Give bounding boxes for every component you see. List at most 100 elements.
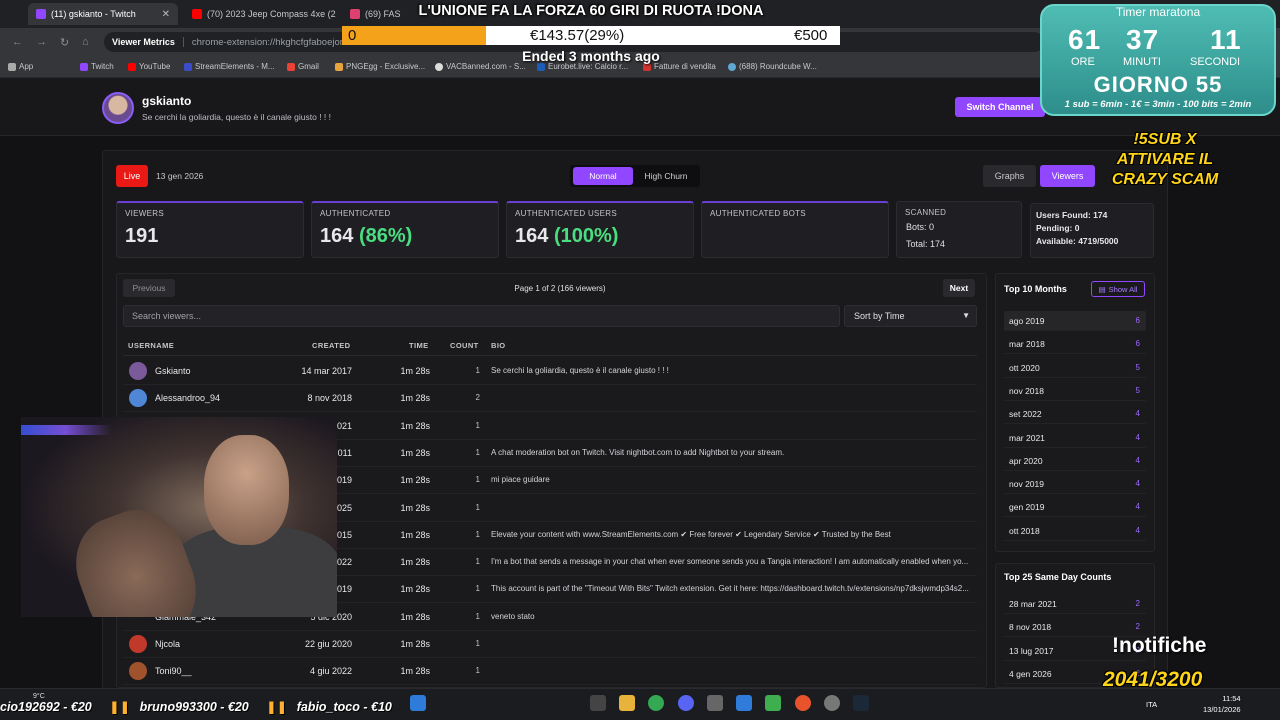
home-icon[interactable]: ⌂ (82, 36, 89, 48)
day-item[interactable]: 28 mar 2021 2 (1004, 594, 1146, 614)
month-label: set 2022 (1009, 409, 1042, 420)
month-item[interactable]: ott 2018 4 (1004, 521, 1146, 541)
windows-start-icon[interactable] (410, 695, 426, 711)
sort-select[interactable]: Sort by Time ▼ (844, 305, 977, 327)
show-all-button[interactable]: ▤ Show All (1091, 281, 1145, 297)
twitch-icon (80, 62, 88, 71)
created-cell: 025 (336, 502, 352, 513)
month-item[interactable]: gen 2019 4 (1004, 497, 1146, 518)
count-cell: 1 (475, 666, 480, 676)
tab-youtube[interactable]: (70) 2023 Jeep Compass 4xe (2 ✕ (184, 3, 336, 25)
month-item[interactable]: mar 2021 4 (1004, 428, 1146, 448)
bookmark-label: YouTube (139, 62, 171, 71)
app-icon[interactable] (707, 695, 723, 711)
month-label: nov 2018 (1009, 385, 1044, 396)
bookmark-youtube[interactable]: YouTube (128, 62, 170, 71)
mode-high-churn-button[interactable]: High Churn (634, 167, 698, 185)
bookmark-gmail[interactable]: Gmail (287, 62, 319, 71)
chrome-icon[interactable] (648, 695, 664, 711)
close-icon[interactable]: ✕ (162, 9, 170, 20)
stat-label: AUTHENTICATED (320, 209, 391, 218)
time-cell: 1m 28s (400, 666, 430, 677)
month-item[interactable]: ago 2019 6 (1004, 311, 1146, 331)
task-view-icon[interactable] (590, 695, 606, 711)
username-cell[interactable]: Gskianto (155, 366, 191, 376)
ticker-item: bruno993300 - €20 (139, 700, 249, 714)
month-count: 4 (1135, 502, 1140, 512)
app-icon[interactable] (765, 695, 781, 711)
viewers-button[interactable]: Viewers (1040, 165, 1095, 187)
donation-current: €143.57(29%) (530, 27, 625, 44)
table-row[interactable]: Alessandroo_94 8 nov 2018 1m 28s 2 (123, 385, 977, 413)
mode-normal-button[interactable]: Normal (573, 167, 633, 185)
app-icon[interactable] (795, 695, 811, 711)
month-count: 4 (1135, 479, 1140, 489)
ticker-item: fabio_toco - €10 (296, 700, 392, 714)
youtube-icon (128, 62, 136, 71)
bookmark-twitch[interactable]: Twitch (80, 62, 114, 71)
month-item[interactable]: ott 2020 5 (1004, 358, 1146, 378)
column-bio: BIO (491, 341, 506, 350)
tab-twitch[interactable]: (11) gskianto - Twitch ✕ (28, 3, 178, 25)
column-created[interactable]: CREATED (312, 341, 351, 350)
clock-date: 13/01/2026 (1203, 705, 1241, 714)
table-row[interactable]: Njcola 22 giu 2020 1m 28s 1 (123, 631, 977, 658)
month-count: 6 (1135, 316, 1140, 325)
stat-authenticated-bots: AUTHENTICATED BOTS (701, 201, 889, 258)
table-row[interactable]: Gskianto 14 mar 2017 1m 28s 1 Se cerchi la g… (123, 358, 977, 385)
donation-start: 0 (348, 27, 357, 44)
day-label: 8 nov 2018 (1009, 622, 1052, 633)
month-item[interactable]: nov 2019 4 (1004, 474, 1146, 495)
chevron-down-icon: ▼ (962, 311, 970, 320)
top-months-title: Top 10 Months (1004, 284, 1067, 294)
month-item[interactable]: set 2022 4 (1004, 404, 1146, 425)
month-item[interactable]: mar 2018 6 (1004, 334, 1146, 355)
bio-cell: This account is part of the "Timeout Wit… (491, 584, 969, 594)
switch-channel-button[interactable]: Switch Channel (955, 97, 1045, 117)
apps-icon (8, 62, 16, 71)
bio-cell: Se cerchi la goliardia, questo è il cana… (491, 366, 669, 375)
column-username[interactable]: USERNAME (128, 341, 174, 350)
bookmark-streamelements[interactable]: StreamElements - M... (184, 62, 275, 71)
back-icon[interactable]: ← (12, 36, 23, 48)
column-time[interactable]: TIME (409, 341, 429, 350)
timer-label-minutes: MINUTI (1123, 56, 1161, 68)
avatar (129, 362, 147, 380)
day-label: 4 gen 2026 (1009, 668, 1052, 679)
live-badge: Live (116, 165, 148, 187)
previous-button[interactable]: Previous (123, 279, 175, 297)
forward-icon[interactable]: → (36, 36, 47, 48)
month-count: 4 (1135, 525, 1140, 535)
month-item[interactable]: apr 2020 4 (1004, 451, 1146, 471)
month-item[interactable]: nov 2018 5 (1004, 381, 1146, 401)
table-row[interactable]: Toni90__ 4 giu 2022 1m 28s 1 (123, 658, 977, 686)
steam-icon[interactable] (853, 695, 869, 711)
timer-seconds: 11 (1210, 24, 1242, 55)
stat-authenticated-users: AUTHENTICATED USERS 164 (100%) (506, 201, 694, 258)
app-icon[interactable] (736, 695, 752, 711)
search-input[interactable]: Search viewers... (123, 305, 840, 327)
graphs-button[interactable]: Graphs (983, 165, 1036, 187)
next-button[interactable]: Next (943, 279, 975, 297)
users-found: Users Found: 174 (1036, 210, 1108, 220)
file-explorer-icon[interactable] (619, 695, 635, 711)
discord-icon[interactable] (678, 695, 694, 711)
column-count[interactable]: COUNT (450, 341, 479, 350)
bookmark-apps[interactable]: App (8, 62, 33, 71)
timer-label-seconds: SECONDI (1190, 56, 1241, 68)
reload-icon[interactable]: ↻ (60, 36, 69, 49)
bio-cell: A chat moderation bot on Twitch. Visit n… (491, 447, 785, 457)
month-label: ott 2020 (1009, 362, 1040, 373)
settings-icon[interactable] (824, 695, 840, 711)
username-cell[interactable]: Toni90__ (155, 666, 192, 676)
ticker-name: bruno993300 (139, 700, 217, 714)
username-cell[interactable]: Njcola (155, 639, 180, 649)
stat-value: 164 (100%) (515, 225, 618, 248)
stat-label: AUTHENTICATED BOTS (710, 209, 806, 218)
username-cell[interactable]: Alessandroo_94 (155, 393, 220, 403)
created-cell: 021 (336, 420, 352, 431)
ticker-name: cio192692 (0, 700, 60, 714)
language-indicator[interactable]: ITA (1146, 700, 1157, 709)
extension-label: Viewer Metrics (112, 37, 184, 47)
system-clock[interactable]: 11:54 13/01/2026 (1203, 693, 1241, 715)
